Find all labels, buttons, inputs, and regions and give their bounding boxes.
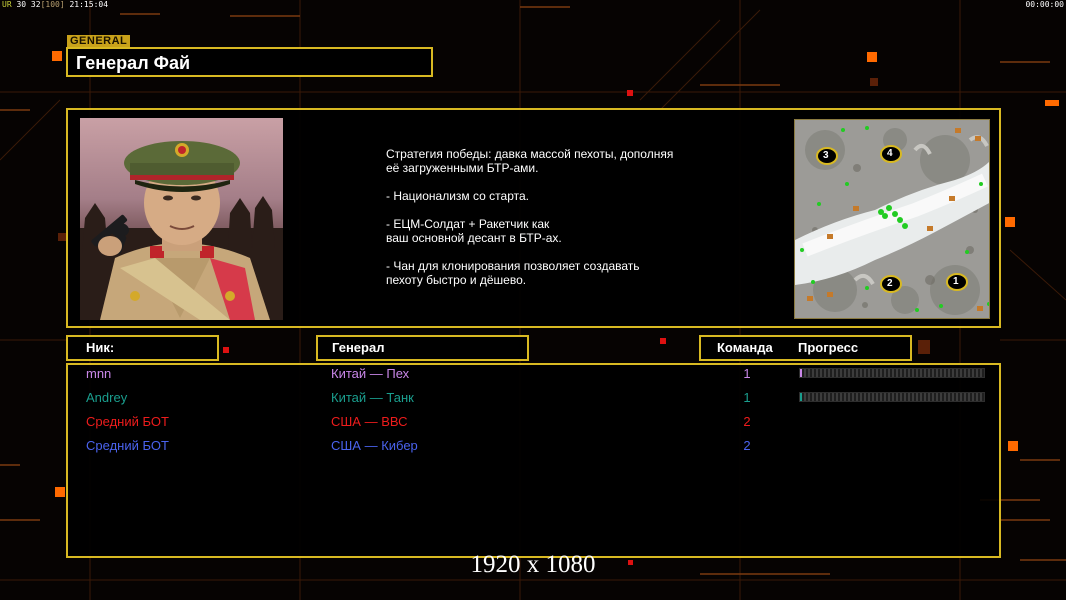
player-progress-bar <box>799 392 985 402</box>
team-header-label: Команда <box>717 340 773 355</box>
player-team: 1 <box>743 366 751 381</box>
player-general: США — Кибер <box>331 438 418 453</box>
column-header-nick: Ник: <box>66 335 219 361</box>
status-bracket: [100] <box>40 0 65 9</box>
nick-header-label: Ник: <box>86 340 115 355</box>
column-header-general: Генерал <box>316 335 529 361</box>
start-position-2: 2 <box>887 278 893 289</box>
general-portrait <box>80 118 283 320</box>
player-nick: Средний БОТ <box>86 438 169 453</box>
status-values: 30 32 <box>16 0 41 9</box>
player-row[interactable]: Средний БОТ США — ВВС 2 <box>0 412 1066 432</box>
general-header-label: Генерал <box>332 340 385 355</box>
portrait-illustration <box>80 141 283 320</box>
status-time: 21:15:04 <box>69 0 109 9</box>
start-position-3: 3 <box>823 150 829 161</box>
player-progress-fill <box>800 369 802 377</box>
player-nick: Andrey <box>86 390 128 405</box>
player-nick: mnn <box>86 366 112 381</box>
map-preview[interactable]: 3 4 2 1 <box>794 119 990 319</box>
start-position-4: 4 <box>887 148 893 159</box>
player-team: 2 <box>743 438 751 453</box>
status-ur: UR <box>2 0 12 9</box>
player-progress-bar <box>799 368 985 378</box>
general-description: Стратегия победы: давка массой пехоты, д… <box>386 147 674 287</box>
player-row[interactable]: Средний БОТ США — Кибер 2 <box>0 436 1066 456</box>
player-team: 2 <box>743 414 751 429</box>
progress-header-label: Прогресс <box>798 340 859 355</box>
title-box: Генерал Фай <box>66 47 433 77</box>
player-general: США — ВВС <box>331 414 408 429</box>
player-general: Китай — Пех <box>331 366 410 381</box>
player-team: 1 <box>743 390 751 405</box>
start-position-1: 1 <box>953 276 959 287</box>
player-row[interactable]: mnn Китай — Пех 1 <box>0 364 1066 384</box>
resolution-label: 1920 x 1080 <box>470 551 596 578</box>
player-row[interactable]: Andrey Китай — Танк 1 <box>0 388 1066 408</box>
status-time-right: 00:00:00 <box>1025 0 1064 9</box>
status-readout-left: UR 30 32[100] 21:15:04 <box>2 0 108 9</box>
player-progress-fill <box>800 393 802 401</box>
column-header-team-progress: Команда Прогресс <box>699 335 912 361</box>
player-nick: Средний БОТ <box>86 414 169 429</box>
general-tag: GENERAL <box>67 35 131 47</box>
player-general: Китай — Танк <box>331 390 414 405</box>
page-title: Генерал Фай <box>76 53 191 73</box>
